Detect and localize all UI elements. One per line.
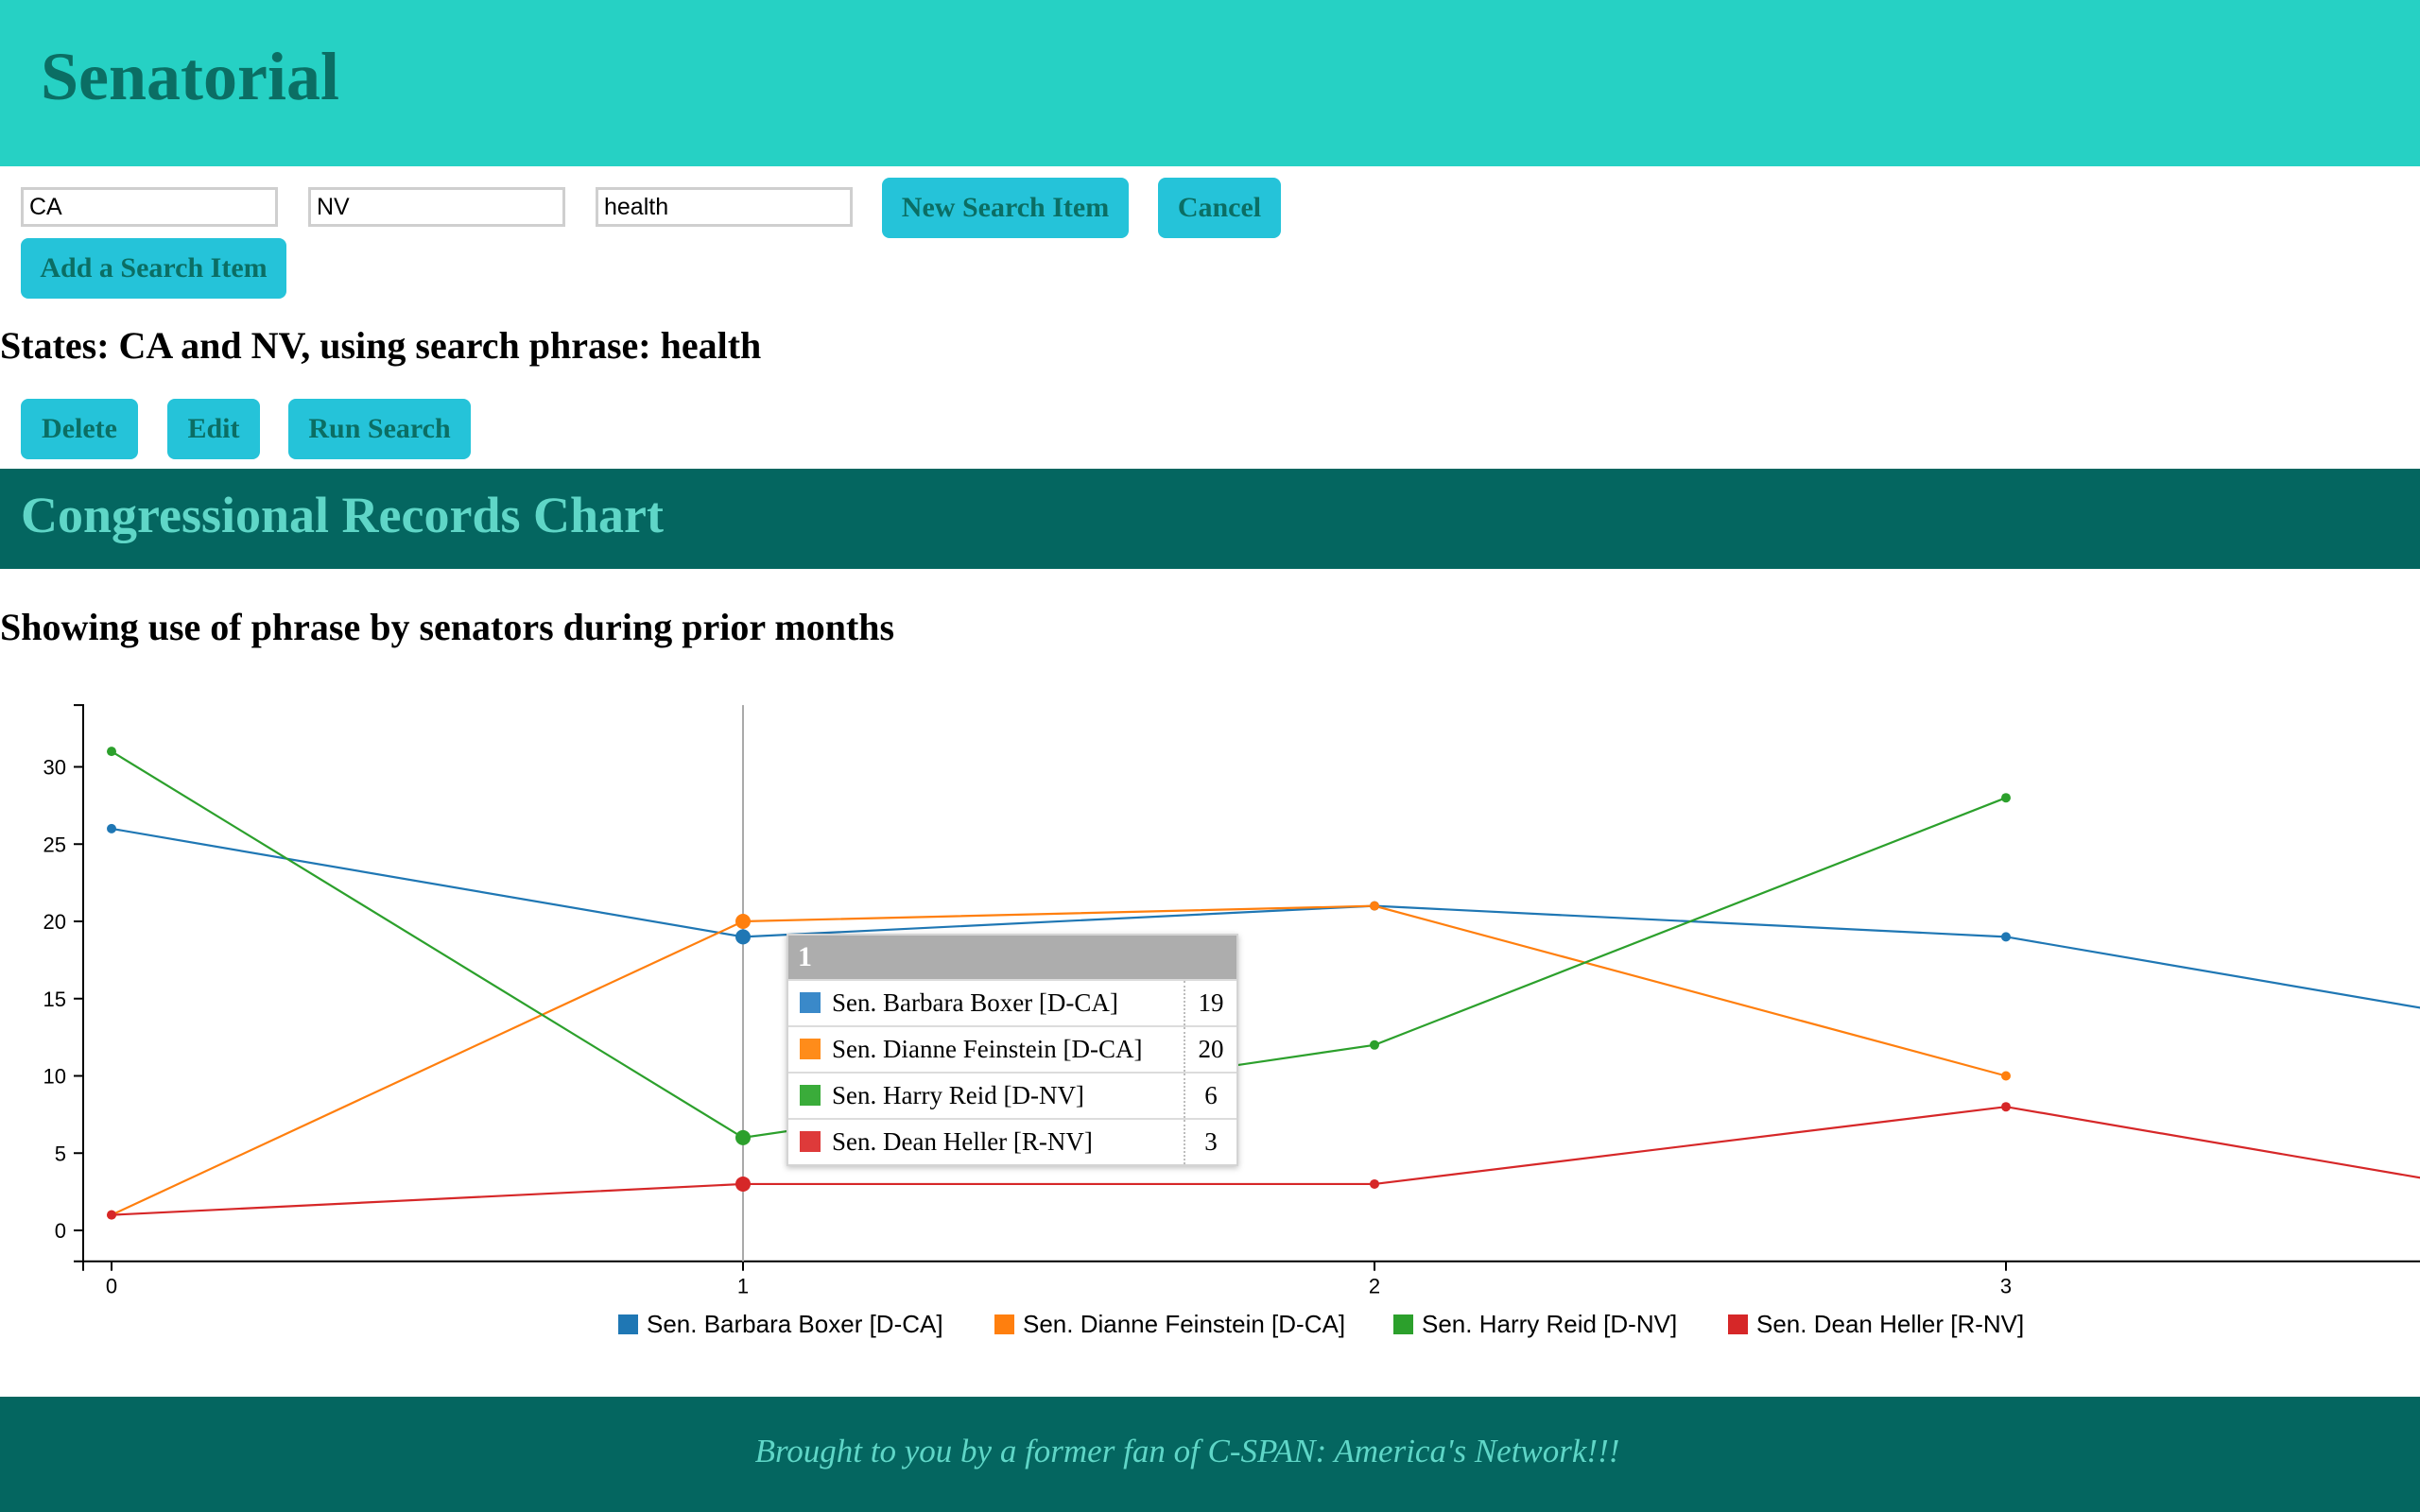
y-tick-label: 5 [55, 1142, 66, 1165]
data-point [1370, 1040, 1379, 1050]
data-point [735, 914, 751, 929]
legend-swatch [994, 1314, 1014, 1334]
series-swatch [800, 1131, 821, 1152]
series-swatch [800, 1085, 821, 1106]
search-item-summary: States: CA and NV, using search phrase: … [0, 324, 762, 367]
cancel-button[interactable]: Cancel [1158, 178, 1281, 238]
new-search-item-button[interactable]: New Search Item [882, 178, 1129, 238]
run-search-button[interactable]: Run Search [288, 399, 471, 459]
x-axis [82, 1260, 2420, 1271]
data-point [107, 747, 116, 757]
legend-label: Sen. Barbara Boxer [D-CA] [647, 1310, 943, 1338]
y-tick-label: 0 [55, 1219, 66, 1243]
data-point [1370, 901, 1379, 911]
delete-button[interactable]: Delete [21, 399, 138, 459]
add-search-item-button[interactable]: Add a Search Item [21, 238, 286, 299]
tooltip-row: Sen. Harry Reid [D-NV] 6 [788, 1072, 1236, 1119]
tooltip-series-value: 19 [1184, 979, 1236, 1026]
tooltip-series-name: Sen. Harry Reid [D-NV] [788, 1072, 1184, 1119]
y-tick-label: 20 [43, 910, 66, 934]
tooltip-series-name: Sen. Dean Heller [R-NV] [788, 1118, 1184, 1164]
legend-label: Sen. Dean Heller [R-NV] [1756, 1310, 2024, 1338]
data-point [2001, 793, 2011, 803]
tooltip-row: Sen. Dean Heller [R-NV] 3 [788, 1118, 1236, 1164]
data-point [735, 1176, 751, 1192]
data-point [2001, 932, 2011, 942]
tooltip-table: Sen. Barbara Boxer [D-CA] 19 Sen. Dianne… [788, 979, 1236, 1164]
data-point [107, 1210, 116, 1220]
x-tick-label: 3 [2000, 1275, 2012, 1298]
y-tick-label: 10 [43, 1065, 66, 1089]
tooltip-series-name: Sen. Dianne Feinstein [D-CA] [788, 1025, 1184, 1073]
state2-input[interactable] [308, 187, 565, 227]
chart-section-header: Congressional Records Chart [0, 469, 2420, 569]
y-axis [74, 704, 84, 1263]
series-swatch [800, 992, 821, 1013]
y-tick-label: 25 [43, 833, 66, 856]
data-point [735, 929, 751, 945]
data-point [1370, 1178, 1379, 1189]
x-tick-label: 0 [106, 1275, 117, 1298]
chart-section-title: Congressional Records Chart [21, 487, 664, 543]
series-swatch [800, 1039, 821, 1059]
page-footer: Brought to you by a former fan of C-SPAN… [0, 1397, 2420, 1512]
chart-subtitle: Showing use of phrase by senators during… [0, 606, 895, 648]
app-title: Senatorial [41, 39, 339, 114]
tooltip-series-value: 3 [1184, 1118, 1236, 1164]
data-point [735, 1129, 751, 1145]
data-point [107, 823, 116, 833]
tooltip-series-value: 6 [1184, 1072, 1236, 1119]
legend-label: Sen. Dianne Feinstein [D-CA] [1023, 1310, 1345, 1338]
x-tick-label: 2 [1369, 1275, 1380, 1298]
data-point [2001, 1102, 2011, 1112]
y-tick-label: 15 [43, 988, 66, 1011]
y-tick-label: 30 [43, 756, 66, 780]
tooltip-row: Sen. Barbara Boxer [D-CA] 19 [788, 979, 1236, 1026]
phrase-input[interactable] [596, 187, 853, 227]
data-point [2001, 1071, 2011, 1081]
tooltip-series-name: Sen. Barbara Boxer [D-CA] [788, 979, 1184, 1026]
legend-swatch [1728, 1314, 1748, 1334]
footer-text: Brought to you by a former fan of C-SPAN… [754, 1433, 1620, 1469]
app-header: Senatorial [0, 0, 2420, 166]
legend-swatch [1393, 1314, 1413, 1334]
tooltip-row: Sen. Dianne Feinstein [D-CA] 20 [788, 1025, 1236, 1073]
tooltip-title: 1 [788, 936, 1236, 979]
series-line [111, 827, 2420, 1009]
legend-label: Sen. Harry Reid [D-NV] [1422, 1310, 1677, 1338]
legend-swatch [618, 1314, 638, 1334]
state1-input[interactable] [21, 187, 278, 227]
series-line [111, 1106, 2420, 1216]
chart-tooltip: 1 Sen. Barbara Boxer [D-CA] 19 Sen. Dian… [786, 934, 1238, 1166]
tooltip-series-value: 20 [1184, 1025, 1236, 1073]
x-tick-label: 1 [737, 1275, 749, 1298]
edit-button[interactable]: Edit [167, 399, 260, 459]
